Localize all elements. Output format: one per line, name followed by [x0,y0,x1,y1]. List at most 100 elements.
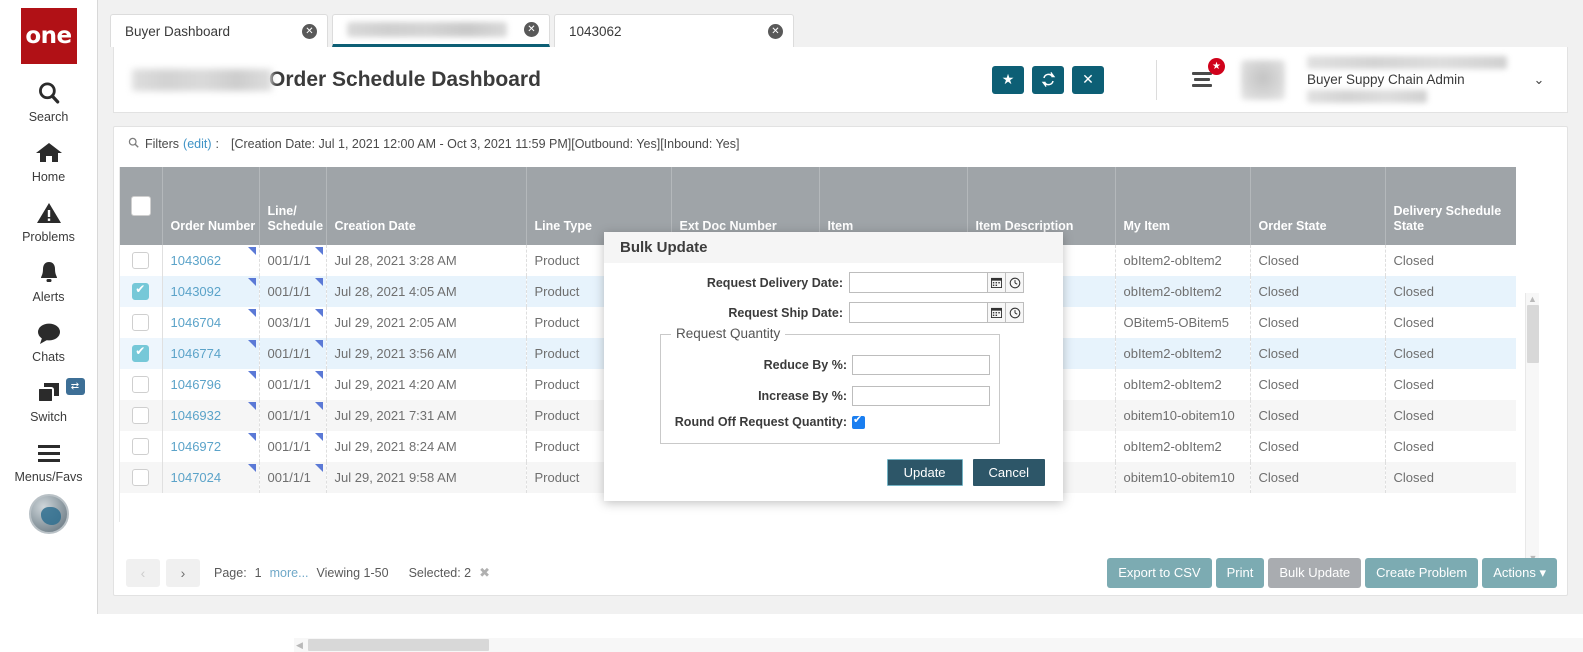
burger-line [1192,84,1212,87]
search-icon [128,136,139,151]
action-buttons-bar: Export to CSV Print Bulk Update Create P… [1107,557,1557,588]
sidebar-item-label: Home [31,170,66,184]
tab-order-schedule-dashboard[interactable]: ✕ [332,14,550,47]
row-checkbox[interactable] [132,252,150,270]
actions-dropdown-button[interactable]: Actions ▾ [1482,557,1557,588]
close-icon[interactable]: ✕ [768,23,783,39]
round-off-checkbox[interactable] [852,413,865,429]
next-page-button[interactable]: › [166,558,200,587]
cell-order-number[interactable]: 1043092 [162,276,260,307]
logo-text: one [25,23,72,49]
refresh-button[interactable] [1032,65,1064,94]
row-checkbox[interactable] [132,282,150,301]
scroll-left-icon[interactable]: ◀ [296,638,303,652]
print-button[interactable]: Print [1215,557,1265,588]
row-checkbox-cell [120,245,163,276]
bulk-update-button[interactable]: Bulk Update [1268,557,1362,588]
burger-line [1194,78,1210,81]
more-pages-link[interactable]: more... [270,566,309,580]
row-checkbox[interactable] [132,469,150,487]
filters-colon: : [215,136,219,151]
column-header-creation-date[interactable]: Creation Date [326,167,527,245]
tab-buyer-dashboard[interactable]: Buyer Dashboard ✕ [110,14,328,47]
row-checkbox[interactable] [132,344,150,363]
refresh-icon [1041,72,1055,87]
sidebar-item-label: Chats [32,350,65,364]
one-network-logo[interactable]: one [20,8,77,64]
sidebar-item-home[interactable]: Home [0,138,98,184]
sidebar-item-label: Problems [22,230,75,244]
horizontal-scrollbar[interactable]: ◀ [294,638,1583,652]
cell-creation-date: Jul 29, 2021 9:58 AM [326,462,527,493]
cell-order-number[interactable]: 1046774 [162,338,260,369]
cell-order-number[interactable]: 1046796 [162,369,260,400]
cell-order-state: Closed [1250,400,1386,431]
request-ship-date-input[interactable] [849,302,988,323]
cell-line-schedule: 001/1/1 [259,431,327,462]
calendar-icon[interactable] [988,302,1006,323]
vertical-scroll-thumb[interactable] [1527,305,1539,363]
sidebar-item-label: Alerts [32,290,65,304]
create-problem-button[interactable]: Create Problem [1365,557,1479,588]
row-checkbox[interactable] [132,438,150,456]
notification-badge-icon: ★ [1208,57,1225,75]
cell-order-number[interactable]: 1043062 [162,245,260,276]
filters-edit-link[interactable]: (edit) [183,137,211,151]
cell-my-item: obItem2-obItem2 [1115,431,1251,462]
column-header-line-schedule[interactable]: Line/ Schedule [259,167,327,245]
column-header-my-item[interactable]: My Item [1115,167,1251,245]
row-checkbox-cell [120,431,163,462]
cell-creation-date: Jul 29, 2021 2:05 AM [326,307,527,338]
export-to-csv-button[interactable]: Export to CSV [1107,557,1212,588]
user-avatar-globe[interactable] [28,494,69,534]
sidebar-item-switch[interactable]: ⇄ Switch [0,378,98,424]
vertical-scrollbar[interactable]: ▲ ▼ [1525,293,1539,564]
close-icon[interactable]: ✕ [524,22,539,37]
favorite-button[interactable]: ★ [992,65,1024,94]
row-checkbox[interactable] [132,314,150,332]
switch-toggle-badge-icon[interactable]: ⇄ [65,378,85,395]
column-header-order-number[interactable]: Order Number [162,167,260,245]
clear-selection-icon[interactable]: ✖ [479,565,490,581]
close-icon[interactable]: ✕ [302,23,317,39]
close-button[interactable]: ✕ [1072,65,1104,94]
row-checkbox-cell [120,400,163,431]
cell-line-schedule: 001/1/1 [259,462,327,493]
dialog-buttons: Update Cancel [886,459,1045,486]
sidebar-item-chats[interactable]: Chats [0,318,98,364]
cell-line-schedule: 001/1/1 [259,276,327,307]
row-checkbox[interactable] [132,407,150,425]
clock-icon[interactable] [1006,302,1024,323]
clock-icon[interactable] [1006,272,1024,293]
cancel-button[interactable]: Cancel [972,459,1045,486]
scroll-up-icon[interactable]: ▲ [1526,293,1539,305]
select-all-checkbox[interactable] [130,196,151,216]
reduce-by-input[interactable] [852,355,990,375]
row-checkbox[interactable] [132,376,150,394]
sidebar-item-alerts[interactable]: Alerts [0,258,98,304]
menu-button[interactable]: ★ [1185,57,1225,95]
cell-line-schedule: 001/1/1 [259,400,327,431]
increase-by-input[interactable] [852,386,990,406]
cell-order-number[interactable]: 1046932 [162,400,260,431]
avatar[interactable] [1241,59,1285,100]
tab-1043062[interactable]: 1043062 ✕ [554,14,794,47]
row-checkbox-cell [120,338,163,369]
sidebar-item-problems[interactable]: Problems [0,198,98,244]
cell-order-number[interactable]: 1047024 [162,462,260,493]
warning-triangle-icon [36,198,62,228]
sidebar-item-label: Search [28,110,69,124]
user-org-redacted [1307,90,1427,103]
sidebar-item-search[interactable]: Search [0,78,98,124]
chevron-down-icon[interactable]: ⌄ [1525,66,1553,94]
sidebar-item-menus-favs[interactable]: Menus/Favs [0,438,98,484]
update-button[interactable]: Update [886,459,963,486]
horizontal-scroll-thumb[interactable] [308,639,489,651]
column-header-delivery-schedule-state[interactable]: Delivery Schedule State [1385,167,1516,245]
prev-page-button[interactable]: ‹ [126,558,160,587]
request-delivery-date-input[interactable] [849,272,988,293]
cell-order-number[interactable]: 1046704 [162,307,260,338]
calendar-icon[interactable] [988,272,1006,293]
column-header-order-state[interactable]: Order State [1250,167,1386,245]
cell-order-number[interactable]: 1046972 [162,431,260,462]
